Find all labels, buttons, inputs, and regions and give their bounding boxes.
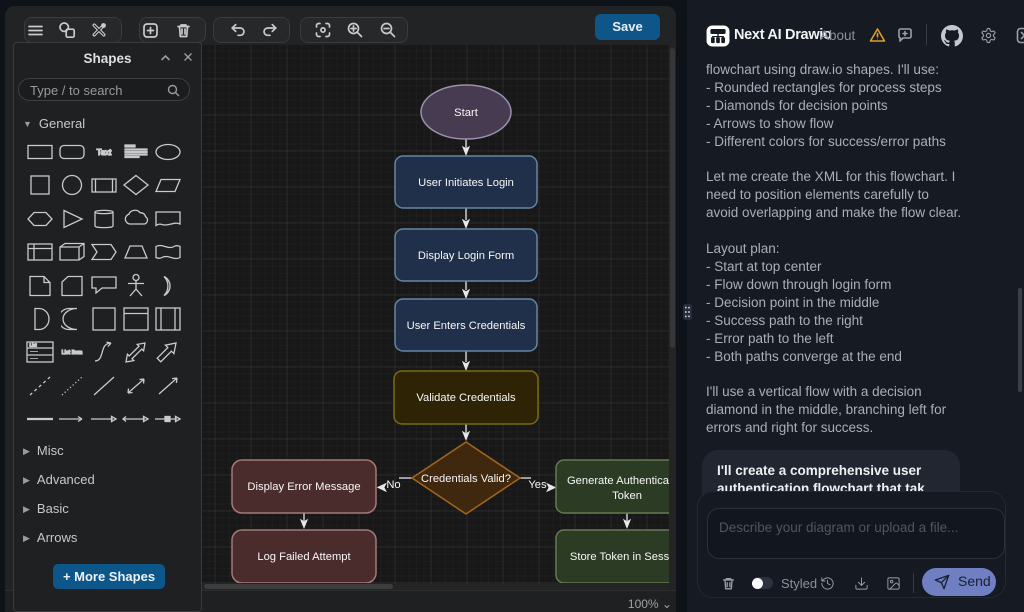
svg-text:Display Login Form: Display Login Form xyxy=(418,250,514,262)
svg-text:Display Error Message: Display Error Message xyxy=(247,481,360,493)
svg-text:Yes: Yes xyxy=(528,479,547,491)
svg-text:User Enters Credentials: User Enters Credentials xyxy=(407,320,526,332)
svg-text:No: No xyxy=(386,479,400,491)
svg-text:Generate Authentication: Generate Authentication xyxy=(567,475,669,487)
svg-text:Token: Token xyxy=(612,490,642,502)
svg-text:Credentials Valid?: Credentials Valid? xyxy=(421,473,511,485)
svg-text:Text: Text xyxy=(97,148,112,157)
svg-text:List Item: List Item xyxy=(62,350,83,356)
svg-text:Log Failed Attempt: Log Failed Attempt xyxy=(257,551,351,563)
svg-text:List: List xyxy=(30,343,38,348)
svg-text:Store Token in Session: Store Token in Session xyxy=(570,551,669,563)
svg-text:Start: Start xyxy=(454,107,479,119)
svg-text:Validate Credentials: Validate Credentials xyxy=(416,392,516,404)
svg-text:User Initiates Login: User Initiates Login xyxy=(418,177,514,189)
